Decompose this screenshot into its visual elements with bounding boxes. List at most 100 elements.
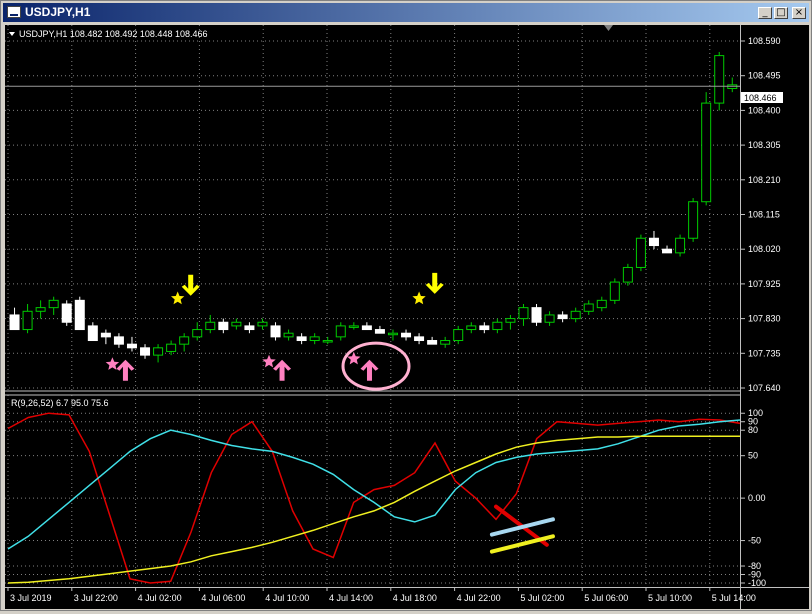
bull-candle [518, 307, 529, 320]
bear-candle [270, 325, 281, 338]
arrow-down-icon [181, 274, 200, 296]
time-tick-label: 4 Jul 02:00 [138, 593, 182, 603]
title-bar[interactable]: USDJPY,H1 _ □ × [3, 3, 809, 22]
bear-candle [74, 299, 85, 331]
time-tick-label: 4 Jul 22:00 [457, 593, 501, 603]
chart-shift-marker-icon[interactable] [604, 25, 613, 31]
bull-candle [257, 321, 268, 327]
candles [9, 51, 738, 363]
cyan-indicator-line [7, 419, 741, 550]
bear-candle [531, 307, 542, 323]
price-tick-label: 108.400 [748, 105, 781, 115]
price-tick-label: 108.305 [748, 140, 781, 150]
time-tick-label: 4 Jul 14:00 [329, 593, 373, 603]
bear-candle [361, 325, 372, 331]
bull-candle [48, 299, 59, 309]
bull-candle [35, 307, 46, 312]
price-tick-label: 107.640 [748, 383, 781, 393]
price-tick-label: 108.020 [748, 244, 781, 254]
window-title: USDJPY,H1 [25, 5, 91, 19]
bull-candle [635, 237, 646, 268]
arrow-up-icon [116, 359, 135, 381]
bear-candle [414, 336, 425, 342]
bull-candle [453, 329, 464, 342]
bull-candle [492, 321, 503, 331]
arrow-up-icon [273, 359, 292, 381]
bull-candle [609, 281, 620, 301]
grid [5, 25, 740, 587]
chart-info-label: USDJPY,H1 108.482 108.492 108.448 108.46… [19, 29, 208, 39]
bear-candle [61, 303, 72, 323]
bear-candle [296, 336, 307, 342]
bull-candle [283, 332, 294, 338]
dropdown-triangle-icon[interactable] [9, 32, 15, 36]
bull-candle [570, 310, 581, 320]
arrow-down-icon [425, 272, 444, 294]
time-tick-label: 3 Jul 2019 [10, 593, 52, 603]
bear-candle [648, 237, 659, 247]
bear-candle [87, 325, 98, 342]
time-axis: 3 Jul 2019 3 Jul 22:00 4 Jul 02:00 4 Jul 06… [7, 587, 756, 603]
bull-candle [675, 237, 686, 254]
chart-window-icon [7, 6, 21, 18]
close-button[interactable]: × [792, 7, 806, 19]
bull-candle [309, 336, 320, 342]
bear-candle [662, 248, 673, 254]
bear-candle [9, 314, 20, 331]
bear-candle [479, 325, 490, 331]
bull-candle [348, 325, 359, 328]
bull-candle [583, 303, 594, 312]
bull-candle [153, 347, 164, 356]
bull-candle [387, 332, 398, 336]
bear-candle [113, 336, 124, 345]
time-tick-label: 5 Jul 06:00 [584, 593, 628, 603]
indicator-tick-label: 50 [748, 451, 758, 461]
star-marker-icon [171, 291, 185, 305]
indicator-tick-label: 80 [748, 425, 758, 435]
bull-candle [335, 325, 346, 338]
price-tick-label: 108.115 [748, 210, 780, 220]
bull-candle [322, 340, 333, 343]
bull-candle [466, 325, 477, 331]
minimize-button[interactable]: _ [758, 7, 772, 19]
chart-window: USDJPY,H1 _ □ × 108.590 108.495 108.400 108… [0, 0, 812, 611]
current-price-tag: 108.466 [741, 92, 783, 103]
maximize-button[interactable]: □ [774, 7, 788, 19]
bear-candle [374, 329, 385, 334]
price-tick-label: 108.210 [748, 175, 781, 185]
price-tick-label: 108.495 [748, 71, 781, 81]
bull-candle [688, 201, 699, 239]
bull-candle [505, 318, 516, 323]
bull-candle [596, 299, 607, 309]
bear-candle [100, 332, 111, 338]
chart-area[interactable]: 108.590 108.495 108.400 108.305 108.210 108.1… [5, 25, 809, 609]
bull-candle [192, 329, 203, 338]
time-tick-label: 4 Jul 18:00 [393, 593, 437, 603]
bear-candle [427, 340, 438, 345]
bear-candle [244, 325, 255, 331]
time-tick-label: 5 Jul 02:00 [520, 593, 564, 603]
indicator-tick-label: -100 [748, 578, 766, 588]
indicator-label: R(9,26,52) 6.7 95.0 75.6 [11, 398, 109, 408]
bull-candle [440, 340, 451, 345]
price-tick-label: 108.590 [748, 36, 781, 46]
bear-candle [557, 314, 568, 320]
chart-frame [5, 25, 809, 609]
bull-candle [205, 321, 216, 331]
time-tick-label: 5 Jul 10:00 [648, 593, 692, 603]
price-tick-label: 107.735 [748, 348, 781, 358]
light-blue-drawn-stroke [489, 517, 555, 537]
highlight-circle [341, 341, 411, 391]
indicator-tick-label: -50 [748, 536, 761, 546]
bear-candle [140, 347, 151, 356]
bull-candle [701, 102, 712, 203]
price-tick-label: 107.830 [748, 314, 781, 324]
time-tick-label: 5 Jul 14:00 [712, 593, 756, 603]
arrow-up-icon [360, 359, 379, 381]
time-tick-label: 4 Jul 06:00 [201, 593, 245, 603]
bull-candle [714, 55, 725, 104]
price-chart[interactable]: 108.590 108.495 108.400 108.305 108.210 108.1… [5, 25, 809, 609]
indicator-tick-label: 0.00 [748, 493, 766, 503]
bull-candle [22, 310, 33, 331]
bull-candle [166, 343, 177, 352]
